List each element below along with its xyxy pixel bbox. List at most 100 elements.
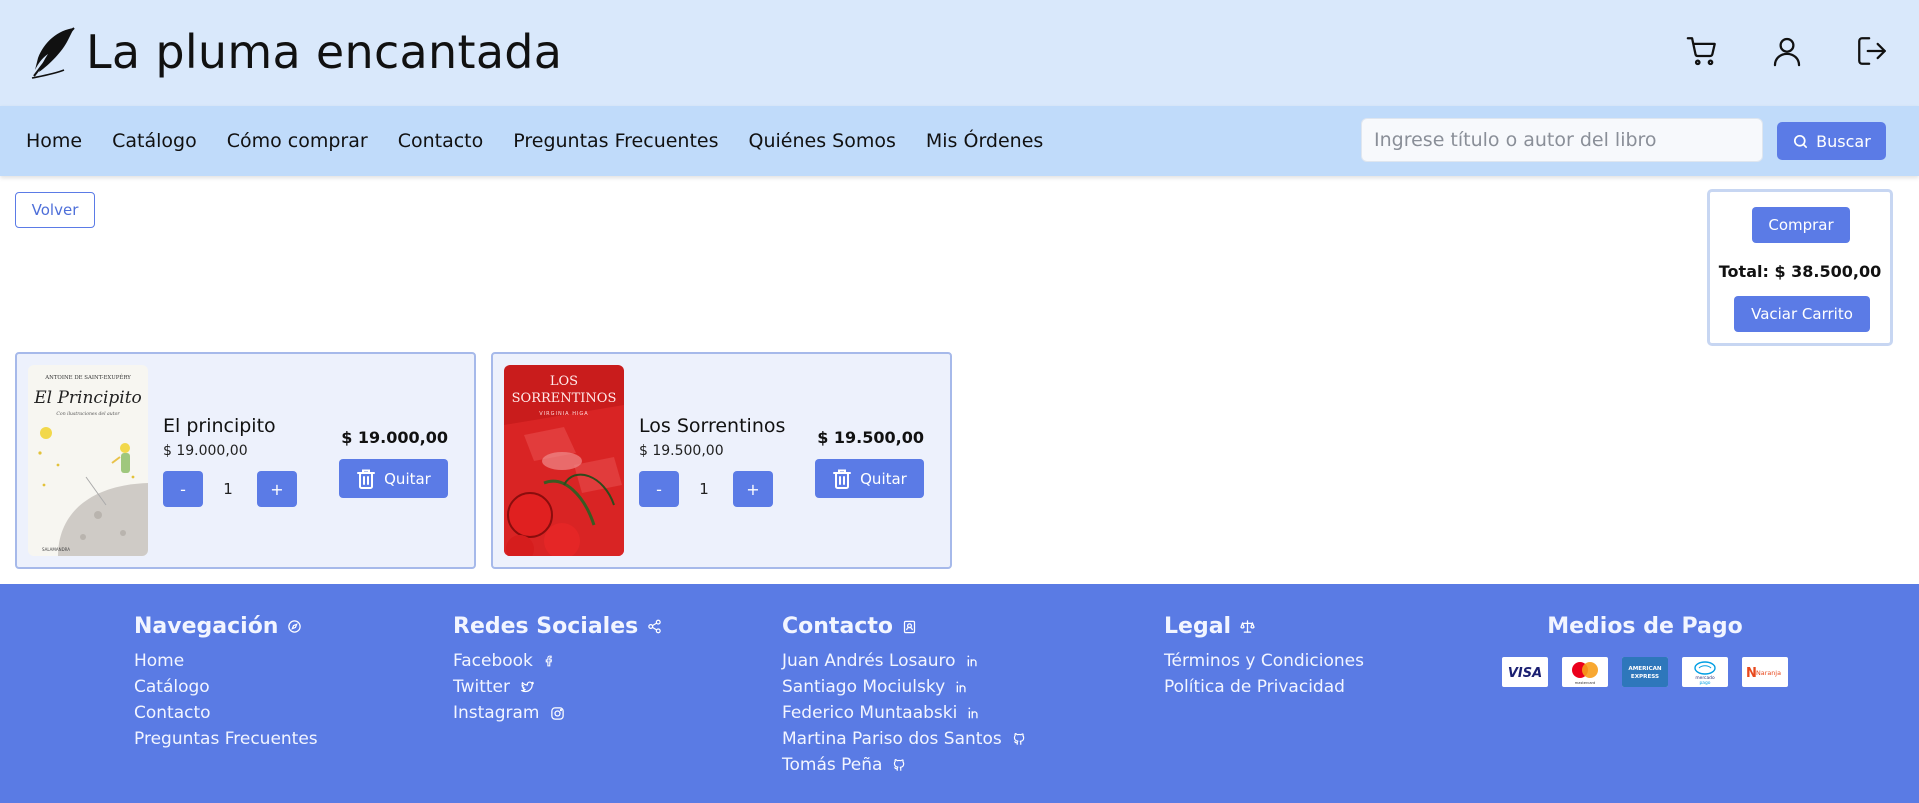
svg-text:ANTOINE DE SAINT-EXUPÉRY: ANTOINE DE SAINT-EXUPÉRY: [44, 373, 131, 381]
book-cover-el-principito[interactable]: ANTOINE DE SAINT-EXUPÉRY El Principito C…: [28, 365, 148, 556]
footer-payment: Medios de Pago VISA mastercard AMERICAN …: [1500, 614, 1790, 687]
svg-text:AMERICAN: AMERICAN: [1628, 666, 1662, 672]
quantity-value: 1: [223, 480, 233, 498]
footer-link-contacto[interactable]: Contacto: [134, 700, 318, 726]
line-total: $ 19.000,00: [341, 428, 448, 447]
site-footer: Navegación Home Catálogo Contacto Pregun…: [0, 584, 1919, 803]
search-button[interactable]: Buscar: [1777, 122, 1886, 160]
footer-legal: Legal Términos y Condiciones Política de…: [1164, 614, 1364, 700]
nav-link-mis-ordenes[interactable]: Mis Órdenes: [926, 130, 1043, 152]
increase-quantity-button[interactable]: +: [733, 471, 773, 507]
compass-icon: [288, 620, 302, 633]
footer-link-catalogo[interactable]: Catálogo: [134, 674, 318, 700]
linkedin-icon: [956, 681, 966, 693]
footer-navigation: Navegación Home Catálogo Contacto Pregun…: [134, 614, 318, 752]
top-header: La pluma encantada: [0, 0, 1919, 106]
book-unit-price: $ 19.000,00: [163, 443, 248, 459]
logout-icon[interactable]: [1853, 32, 1891, 70]
footer-contact-person[interactable]: Santiago Mociulsky: [782, 674, 1026, 700]
contact-card-icon: [903, 620, 916, 633]
github-icon: [1013, 732, 1024, 745]
svg-text:EXPRESS: EXPRESS: [1631, 674, 1659, 680]
trash-icon: [833, 469, 852, 489]
svg-text:VISA: VISA: [1508, 666, 1542, 681]
book-cover-los-sorrentinos[interactable]: LOS SORRENTINOS VIRGINIA HIGA: [504, 365, 624, 556]
footer-navigation-title: Navegación: [134, 614, 318, 639]
instagram-icon: [550, 706, 564, 720]
footer-contact-person[interactable]: Tomás Peña: [782, 752, 1026, 778]
twitter-icon: [521, 681, 534, 693]
nav-link-quienes-somos[interactable]: Quiénes Somos: [749, 130, 896, 152]
svg-text:LOS: LOS: [550, 374, 578, 389]
feather-quill-icon: [31, 27, 75, 79]
decrease-quantity-button[interactable]: -: [163, 471, 203, 507]
book-title: Los Sorrentinos: [639, 415, 786, 437]
facebook-icon: [545, 655, 552, 667]
footer-link-instagram[interactable]: Instagram: [453, 700, 662, 726]
share-icon: [648, 619, 661, 634]
footer-contact-person[interactable]: Federico Muntaabski: [782, 700, 1026, 726]
footer-legal-title: Legal: [1164, 614, 1364, 639]
cart-item: ANTOINE DE SAINT-EXUPÉRY El Principito C…: [15, 352, 476, 569]
svg-text:SALAMANDRA: SALAMANDRA: [42, 547, 70, 552]
svg-text:El Principito: El Principito: [33, 388, 142, 408]
nav-link-catalogo[interactable]: Catálogo: [112, 130, 197, 152]
svg-text:Con ilustraciones del autor: Con ilustraciones del autor: [56, 411, 120, 417]
footer-link-privacidad[interactable]: Política de Privacidad: [1164, 674, 1364, 700]
increase-quantity-button[interactable]: +: [257, 471, 297, 507]
linkedin-icon: [967, 655, 977, 667]
svg-text:VIRGINIA HIGA: VIRGINIA HIGA: [539, 411, 588, 417]
svg-text:mastercard: mastercard: [1575, 681, 1595, 685]
back-button[interactable]: Volver: [15, 192, 95, 228]
footer-link-preguntas-frecuentes[interactable]: Preguntas Frecuentes: [134, 726, 318, 752]
footer-link-facebook[interactable]: Facebook: [453, 648, 662, 674]
svg-text:SORRENTINOS: SORRENTINOS: [512, 391, 617, 406]
footer-payment-title: Medios de Pago: [1547, 614, 1743, 639]
footer-contact-person[interactable]: Juan Andrés Losauro: [782, 648, 1026, 674]
user-icon[interactable]: [1768, 32, 1806, 70]
line-total: $ 19.500,00: [817, 428, 924, 447]
main-navbar: Home Catálogo Cómo comprar Contacto Preg…: [0, 106, 1919, 176]
remove-item-button[interactable]: Quitar: [339, 459, 448, 498]
nav-link-como-comprar[interactable]: Cómo comprar: [227, 130, 368, 152]
buy-button[interactable]: Comprar: [1752, 207, 1850, 243]
book-unit-price: $ 19.500,00: [639, 443, 724, 459]
footer-social-title: Redes Sociales: [453, 614, 662, 639]
remove-item-label: Quitar: [384, 469, 431, 488]
decrease-quantity-button[interactable]: -: [639, 471, 679, 507]
cart-total: Total: $ 38.500,00: [1718, 262, 1882, 281]
footer-link-home[interactable]: Home: [134, 648, 318, 674]
cart-summary: Comprar Total: $ 38.500,00 Vaciar Carrit…: [1707, 189, 1893, 346]
naranja-logo: N Naranja: [1742, 657, 1788, 687]
remove-item-button[interactable]: Quitar: [815, 459, 924, 498]
footer-link-twitter[interactable]: Twitter: [453, 674, 662, 700]
trash-icon: [357, 469, 376, 489]
book-title: El principito: [163, 415, 276, 437]
cart-item: LOS SORRENTINOS VIRGINIA HIGA Los Sorren…: [491, 352, 952, 569]
remove-item-label: Quitar: [860, 469, 907, 488]
empty-cart-button[interactable]: Vaciar Carrito: [1734, 296, 1870, 332]
search-button-label: Buscar: [1816, 131, 1871, 151]
footer-social: Redes Sociales Facebook Twitter Instagra…: [453, 614, 662, 726]
svg-text:Naranja: Naranja: [1756, 669, 1781, 677]
nav-link-contacto[interactable]: Contacto: [398, 130, 484, 152]
mastercard-logo: mastercard: [1562, 657, 1608, 687]
footer-contact-person[interactable]: Martina Pariso dos Santos: [782, 726, 1026, 752]
footer-contact-title: Contacto: [782, 614, 1026, 639]
footer-contact: Contacto Juan Andrés Losauro Santiago Mo…: [782, 614, 1026, 778]
linkedin-icon: [968, 707, 978, 719]
search-input[interactable]: [1361, 118, 1763, 162]
visa-logo: VISA: [1502, 657, 1548, 687]
brand-title: La pluma encantada: [86, 25, 563, 79]
cart-icon[interactable]: [1683, 32, 1721, 70]
nav-link-preguntas-frecuentes[interactable]: Preguntas Frecuentes: [513, 130, 718, 152]
mercadopago-logo: mercado pago: [1682, 657, 1728, 687]
svg-text:pago: pago: [1700, 681, 1711, 686]
footer-link-terminos[interactable]: Términos y Condiciones: [1164, 648, 1364, 674]
search-icon: [1794, 134, 1808, 148]
github-icon: [894, 758, 905, 771]
quantity-value: 1: [699, 480, 709, 498]
brand[interactable]: La pluma encantada: [28, 24, 562, 80]
amex-logo: AMERICAN EXPRESS: [1622, 657, 1668, 687]
nav-link-home[interactable]: Home: [26, 130, 82, 152]
